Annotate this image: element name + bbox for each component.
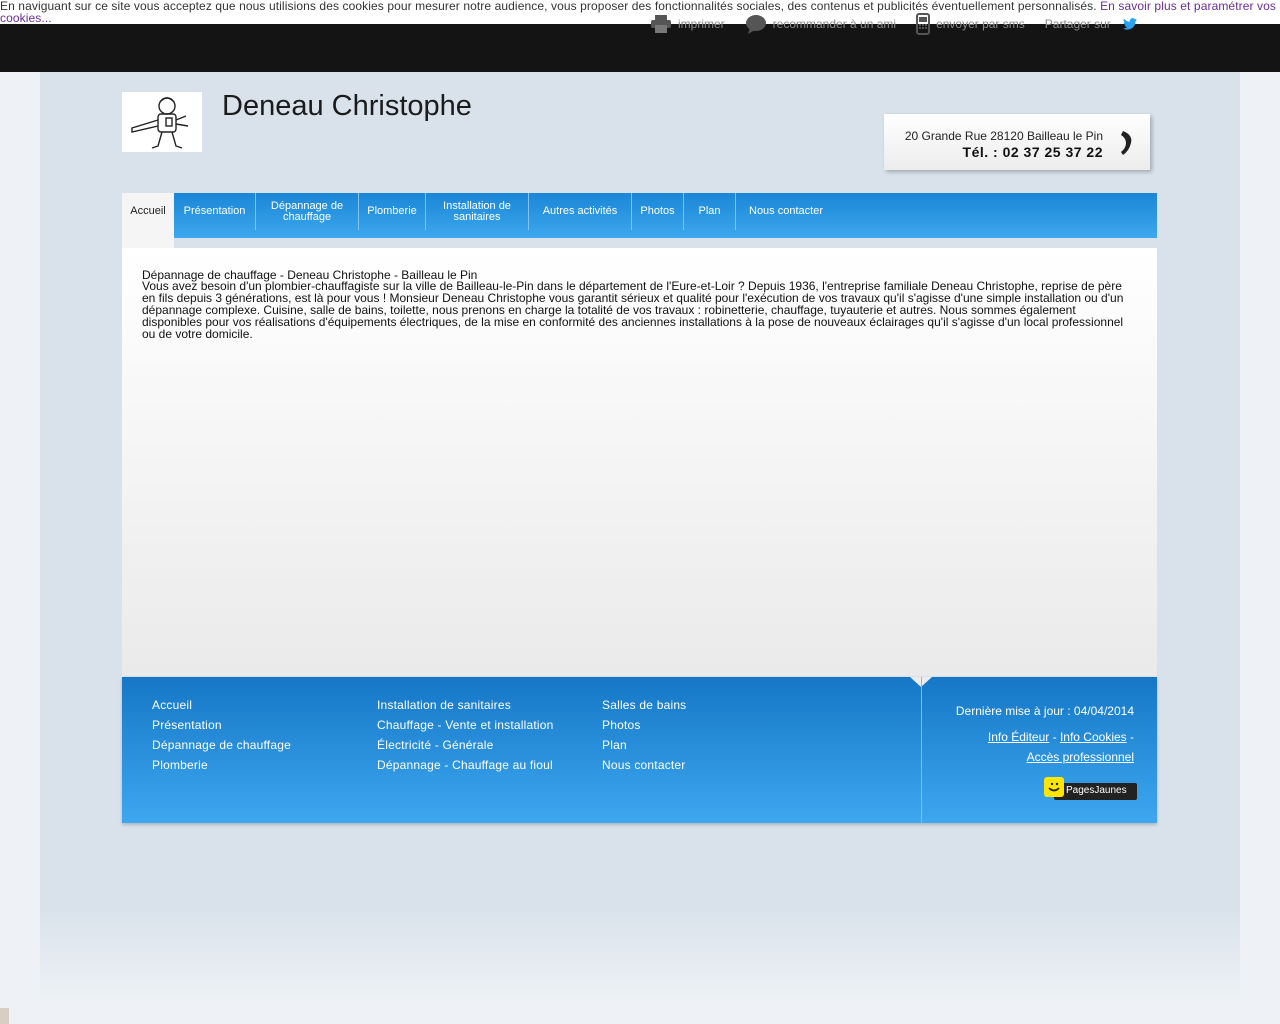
nav-label: Photos	[640, 205, 675, 217]
site-title: Deneau Christophe	[222, 90, 472, 122]
info-editeur-link[interactable]: Info Éditeur	[988, 730, 1049, 744]
sms-button[interactable]: envoyer par sms	[916, 13, 1025, 35]
footer-link[interactable]: Salles de bains	[602, 695, 686, 715]
print-label: imprimer	[678, 17, 725, 31]
nav-label: Plomberie	[367, 205, 417, 217]
address-text: 20 Grande Rue 28120 Bailleau le Pin	[904, 129, 1103, 143]
printer-icon	[650, 14, 672, 34]
twitter-icon[interactable]	[1122, 18, 1137, 30]
footer-link[interactable]: Dépannage de chauffage	[152, 735, 291, 755]
footer-link[interactable]: Nous contacter	[602, 755, 686, 775]
info-cookies-link[interactable]: Info Cookies	[1060, 730, 1127, 744]
nav-label: Présentation	[183, 205, 246, 217]
nav-item-accueil[interactable]: Accueil	[122, 193, 174, 248]
plumber-mascot-icon	[131, 97, 189, 149]
nav-label: Dépannage de chauffage	[270, 199, 344, 223]
footer-links-col1: Accueil Présentation Dépannage de chauff…	[152, 695, 291, 775]
pagesjaunes-label: PagesJaunes	[1066, 785, 1127, 796]
content-body: Vous avez besoin d'un plombier-chauffagi…	[142, 279, 1124, 341]
nav-label: Nous contacter	[749, 205, 823, 217]
speech-bubble-icon	[745, 14, 767, 34]
footer-link[interactable]: Plomberie	[152, 755, 291, 775]
recommend-label: recommander à un ami	[772, 17, 897, 31]
phone-handset-icon	[1120, 129, 1134, 160]
nav-item-autres-activites[interactable]: Autres activités	[529, 193, 632, 230]
share-on: Partager sur	[1045, 17, 1137, 31]
footer-link[interactable]: Présentation	[152, 715, 291, 735]
mobile-phone-icon	[916, 13, 931, 35]
footer-link[interactable]: Chauffage - Vente et installation	[377, 715, 554, 735]
main-navigation: Accueil Présentation Dépannage de chauff…	[122, 193, 1157, 248]
share-label: Partager sur	[1044, 17, 1111, 31]
nav-label: Accueil	[130, 205, 166, 217]
recommend-button[interactable]: recommander à un ami	[745, 14, 896, 34]
footer-link[interactable]: Photos	[602, 715, 686, 735]
footer-divider	[921, 677, 922, 823]
footer-link[interactable]: Accueil	[152, 695, 291, 715]
nav-label: Installation de sanitaires	[443, 199, 511, 223]
nav-item-plomberie[interactable]: Plomberie	[359, 193, 426, 230]
nav-item-presentation[interactable]: Présentation	[174, 193, 256, 230]
footer-link[interactable]: Plan	[602, 735, 686, 755]
contact-card: 20 Grande Rue 28120 Bailleau le Pin Tél.…	[884, 114, 1150, 170]
acces-pro-link[interactable]: Accès professionnel	[1027, 750, 1134, 764]
footer-links-col2: Installation de sanitaires Chauffage - V…	[377, 695, 554, 775]
nav-item-photos[interactable]: Photos	[632, 193, 684, 230]
print-button[interactable]: imprimer	[650, 14, 725, 34]
footer-link[interactable]: Installation de sanitaires	[377, 695, 554, 715]
sms-label: envoyer par sms	[936, 17, 1025, 31]
footer-info-links: Info Éditeur - Info Cookies -	[987, 730, 1134, 744]
phone-number[interactable]: Tél. : 02 37 25 37 22	[963, 144, 1103, 160]
footer: Accueil Présentation Dépannage de chauff…	[122, 677, 1157, 823]
corner-mark	[0, 1008, 9, 1024]
pagesjaunes-badge[interactable]: PagesJaunes	[1044, 777, 1137, 801]
company-logo[interactable]	[122, 92, 202, 152]
nav-item-plan[interactable]: Plan	[684, 193, 736, 230]
last-update: Dernière mise à jour : 04/04/2014	[955, 704, 1134, 718]
footer-meta: Dernière mise à jour : 04/04/2014 Info É…	[956, 701, 1134, 767]
nav-label: Plan	[698, 205, 721, 217]
nav-item-installation-sanitaires[interactable]: Installation de sanitaires	[426, 193, 529, 230]
main-content: Dépannage de chauffage - Deneau Christop…	[122, 248, 1157, 676]
footer-pro-link: Accès professionnel	[956, 747, 1134, 767]
nav-label: Autres activités	[542, 205, 618, 217]
share-tools: imprimer recommander à un ami envoyer pa…	[650, 12, 1157, 36]
nav-item-depannage-chauffage[interactable]: Dépannage de chauffage	[256, 193, 359, 230]
footer-links-col3: Salles de bains Photos Plan Nous contact…	[602, 695, 686, 775]
footer-link[interactable]: Électricité - Générale	[377, 735, 554, 755]
nav-item-nous-contacter[interactable]: Nous contacter	[736, 193, 836, 230]
footer-link[interactable]: Dépannage - Chauffage au fioul	[377, 755, 554, 775]
